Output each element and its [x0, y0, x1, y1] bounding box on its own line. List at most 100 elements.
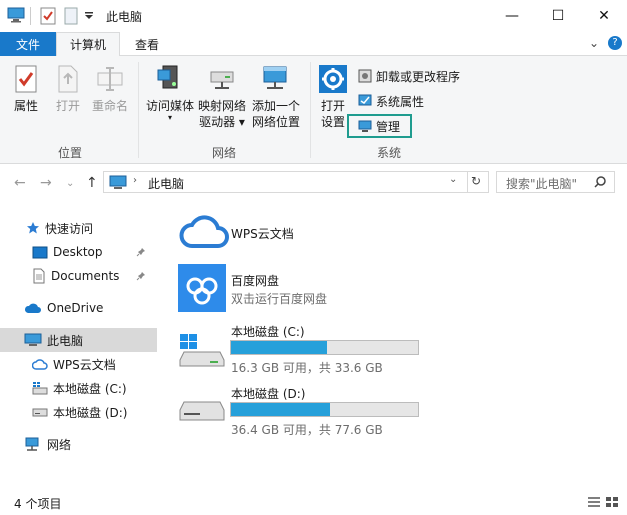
desktop-icon — [32, 246, 48, 258]
nav-label: 快速访问 — [45, 221, 94, 236]
network-location-icon — [263, 66, 287, 89]
network-drive-icon — [210, 71, 234, 89]
group-divider — [310, 62, 311, 158]
back-arrow-icon[interactable]: ← — [14, 175, 26, 191]
map-drive-label-2-text: 驱动器 — [199, 115, 236, 129]
computer-icon — [24, 333, 42, 346]
up-arrow-icon[interactable]: ↑ — [86, 175, 98, 191]
item-name: WPS云文档 — [231, 227, 294, 241]
refresh-icon[interactable]: ↻ — [471, 174, 481, 188]
forward-arrow-icon[interactable]: → — [40, 175, 52, 191]
group-label-system: 系统 — [377, 146, 402, 160]
media-server-icon — [157, 65, 178, 89]
documents-icon — [33, 268, 45, 284]
manage-highlight-box — [347, 114, 412, 138]
system-properties-label: 系统属性 — [376, 94, 425, 109]
open-button[interactable]: 打开 — [50, 64, 86, 114]
content-pane: WPS云文档 百度网盘 双击运行百度网盘 本地磁盘 (C:) 16.3 GB 可… — [170, 210, 615, 490]
uninstall-label: 卸载或更改程序 — [376, 69, 461, 84]
uninstall-programs-button[interactable]: 卸载或更改程序 — [358, 66, 460, 86]
address-bar[interactable]: › 此电脑 ⌄ ↻ — [103, 171, 489, 193]
nav-label: Documents — [51, 269, 120, 283]
pin-icon[interactable] — [136, 246, 151, 260]
properties-check-icon[interactable] — [40, 7, 56, 25]
properties-label: 属性 — [13, 99, 38, 113]
item-name: 本地磁盘 (C:) — [231, 325, 305, 339]
add-network-location-button[interactable]: 添加一个 网络位置 — [248, 64, 304, 130]
properties-icon — [15, 65, 37, 93]
search-box[interactable]: 搜索"此电脑" — [496, 171, 615, 193]
address-dropdown-icon[interactable]: ⌄ — [449, 174, 457, 185]
pin-icon[interactable] — [136, 270, 151, 284]
large-icons-view-icon[interactable] — [605, 496, 619, 511]
nav-item-desktop[interactable]: Desktop — [0, 240, 157, 264]
divider — [30, 7, 31, 25]
breadcrumb-chevron-icon[interactable]: › — [133, 175, 137, 186]
nav-item-network[interactable]: 网络 — [0, 432, 157, 456]
ribbon-tabs: 文件 计算机 查看 ⌄ ? — [0, 32, 627, 57]
recent-dropdown-icon[interactable]: ⌄ — [66, 178, 74, 189]
open-label: 打开 — [55, 99, 80, 113]
rename-label: 重命名 — [91, 99, 128, 113]
network-icon — [25, 437, 39, 451]
tab-file[interactable]: 文件 — [0, 32, 56, 56]
item-drive-d[interactable]: 本地磁盘 (D:) 36.4 GB 可用，共 77.6 GB — [170, 382, 430, 438]
window-title: 此电脑 — [106, 10, 143, 24]
computer-icon — [7, 7, 25, 25]
new-folder-icon[interactable] — [64, 7, 78, 25]
drive-usage-bar — [230, 340, 419, 355]
wps-cloud-icon — [32, 359, 48, 370]
nav-item-drive-c[interactable]: 本地磁盘 (C:) — [0, 376, 157, 400]
group-label-location: 位置 — [58, 146, 83, 160]
nav-label: OneDrive — [47, 301, 104, 315]
item-drive-c[interactable]: 本地磁盘 (C:) 16.3 GB 可用，共 33.6 GB — [170, 320, 430, 376]
system-properties-button[interactable]: 系统属性 — [358, 91, 424, 111]
address-row: ← → ⌄ ↑ › 此电脑 ⌄ ↻ 搜索"此电脑" — [0, 164, 627, 200]
nav-label: WPS云文档 — [53, 357, 116, 372]
ribbon-expand-icon[interactable]: ⌄ — [589, 36, 599, 50]
drive-icon — [32, 408, 48, 417]
open-settings-label-1: 打开 — [320, 99, 345, 113]
item-baidu-netdisk[interactable]: 百度网盘 双击运行百度网盘 — [170, 264, 430, 314]
uninstall-icon — [358, 69, 372, 83]
details-view-icon[interactable] — [587, 496, 601, 511]
drive-free-space: 16.3 GB 可用，共 33.6 GB — [231, 361, 383, 375]
access-media-label: 访问媒体 — [145, 99, 194, 113]
customize-dropdown-icon[interactable] — [84, 10, 94, 28]
cloud-icon — [24, 303, 41, 313]
maximize-button[interactable]: ☐ — [535, 0, 581, 32]
item-wps-cloud[interactable]: WPS云文档 — [170, 210, 430, 258]
wps-cloud-icon — [179, 215, 229, 248]
rename-button[interactable]: 重命名 — [90, 64, 130, 114]
breadcrumb-this-pc[interactable]: 此电脑 — [148, 175, 184, 192]
baidu-netdisk-icon — [178, 264, 226, 312]
nav-item-onedrive[interactable]: OneDrive — [0, 296, 157, 320]
drive-usage-bar — [230, 402, 419, 417]
add-location-label-1: 添加一个 — [251, 99, 300, 113]
rename-icon — [97, 67, 123, 91]
item-count: 4 个项目 — [14, 497, 62, 511]
close-button[interactable]: ✕ — [581, 0, 627, 32]
nav-label: 网络 — [47, 437, 72, 452]
properties-button[interactable]: 属性 — [8, 64, 44, 114]
computer-icon — [109, 175, 127, 189]
system-properties-icon — [358, 94, 372, 106]
windows-drive-icon — [179, 334, 225, 367]
map-drive-label-1: 映射网络 — [197, 99, 246, 113]
navigation-pane: 快速访问 Desktop Documents OneDrive 此电脑 WPS云… — [0, 210, 157, 490]
map-network-drive-button[interactable]: 映射网络 驱动器 ▾ — [196, 64, 248, 130]
windows-drive-icon — [32, 382, 48, 395]
nav-item-this-pc[interactable]: 此电脑 — [0, 328, 157, 352]
tab-view[interactable]: 查看 — [122, 32, 172, 57]
nav-item-drive-d[interactable]: 本地磁盘 (D:) — [0, 400, 157, 424]
minimize-button[interactable]: — — [489, 0, 535, 32]
access-media-button[interactable]: 访问媒体 ▾ — [142, 64, 198, 122]
nav-item-quick-access[interactable]: 快速访问 — [0, 216, 157, 240]
drive-icon — [179, 401, 225, 421]
nav-label: 本地磁盘 (D:) — [53, 405, 128, 420]
tab-computer[interactable]: 计算机 — [56, 32, 120, 57]
nav-item-wps[interactable]: WPS云文档 — [0, 352, 157, 376]
nav-item-documents[interactable]: Documents — [0, 264, 157, 288]
nav-label: 此电脑 — [47, 333, 84, 348]
help-icon[interactable]: ? — [608, 36, 622, 50]
